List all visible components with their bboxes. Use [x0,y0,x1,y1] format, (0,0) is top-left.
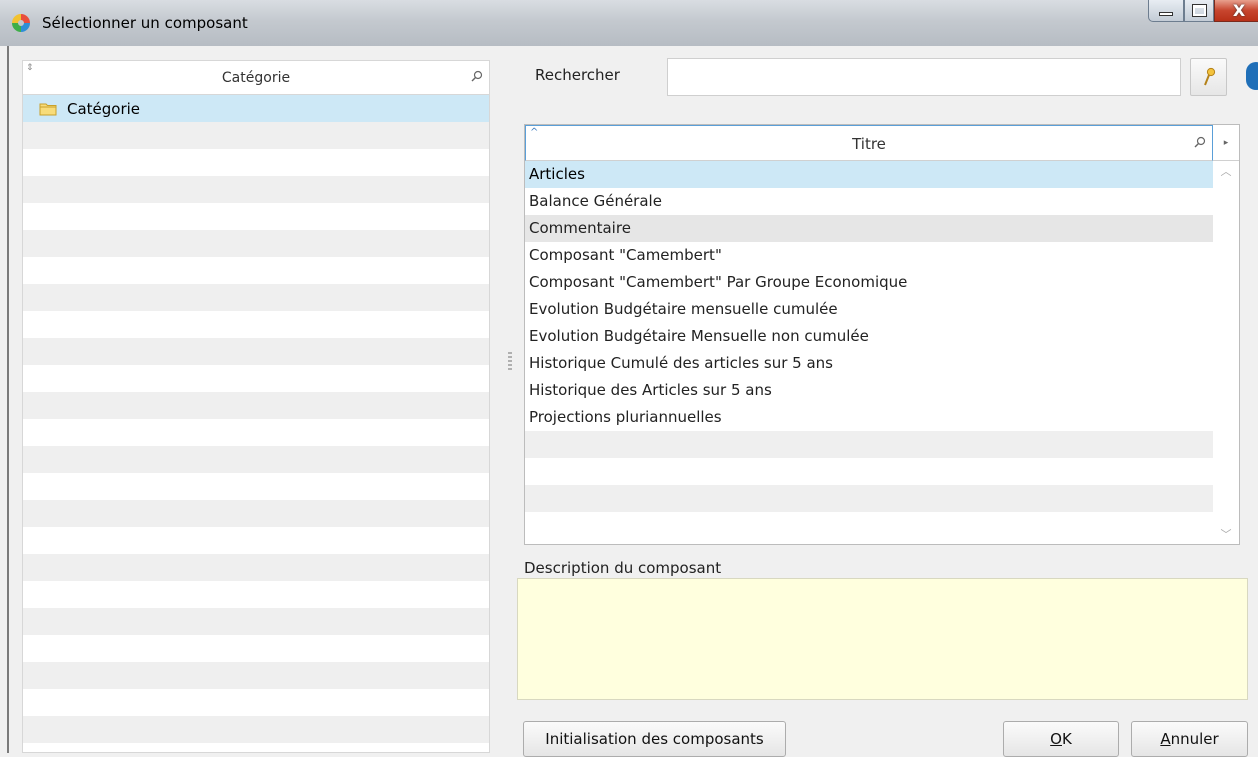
category-tree[interactable]: ⇕ Catégorie Catégorie [22,60,490,753]
table-row[interactable]: Evolution Budgétaire Mensuelle non cumul… [525,323,1213,350]
empty-row [525,512,1213,539]
grid-scrollbar[interactable]: ︿ ﹀ [1213,161,1239,544]
column-filter-search-icon[interactable] [1194,136,1206,148]
close-button[interactable]: X [1214,0,1258,22]
table-row[interactable]: Composant "Camembert" [525,242,1213,269]
list-item [23,716,489,743]
key-search-icon [1203,67,1215,86]
empty-row [525,458,1213,485]
list-item [23,500,489,527]
app-logo-icon [12,14,30,32]
grid-body: Articles Balance Générale Commentaire Co… [525,161,1213,539]
list-item [23,365,489,392]
description-field[interactable] [517,578,1248,700]
tree-item-label: Catégorie [67,99,141,118]
title-bar: Sélectionner un composant X [0,0,1258,46]
minimize-button[interactable] [1148,0,1184,22]
tree-item-categorie[interactable]: Catégorie [23,95,489,122]
list-item [23,473,489,500]
maximize-icon [1191,4,1207,17]
list-item [23,527,489,554]
list-item [23,122,489,149]
list-item [23,230,489,257]
close-icon: X [1232,1,1246,20]
list-item [23,554,489,581]
table-row[interactable]: Articles [525,161,1213,188]
search-label: Rechercher [535,66,620,84]
column-chooser-button[interactable]: ▸ [1213,125,1239,161]
list-item [23,149,489,176]
list-item [23,608,489,635]
dialog-window: Sélectionner un composant X ⇕ Catégorie … [0,0,1258,757]
cancel-label: nnuler [1170,730,1219,748]
titre-header-label: Titre [852,135,886,153]
list-item [23,338,489,365]
category-header-label: Catégorie [221,70,291,86]
table-row[interactable]: Projections pluriannuelles [525,404,1213,431]
list-item [23,176,489,203]
table-row[interactable]: Commentaire [525,215,1213,242]
maximize-button[interactable] [1184,0,1214,22]
window-controls: X [1148,0,1258,22]
ok-label: K [1061,730,1072,748]
chevron-right-icon: ▸ [1223,137,1229,148]
table-row[interactable]: Historique des Articles sur 5 ans [525,377,1213,404]
window-frame-edge [7,46,9,753]
window-title: Sélectionner un composant [42,14,248,32]
list-item [23,419,489,446]
list-item [23,392,489,419]
list-item [23,635,489,662]
list-item [23,689,489,716]
list-item [23,446,489,473]
list-item [23,284,489,311]
list-item [23,311,489,338]
scroll-up-icon[interactable]: ︿ [1213,163,1239,179]
column-filter-search-icon[interactable] [471,70,483,82]
scroll-down-icon[interactable]: ﹀ [1213,526,1239,542]
cancel-button[interactable]: Annuler [1131,721,1248,757]
panel-splitter-handle[interactable] [508,352,512,372]
list-item [23,203,489,230]
table-row[interactable]: Historique Cumulé des articles sur 5 ans [525,350,1213,377]
description-label: Description du composant [524,559,722,577]
category-column-header[interactable]: ⇕ Catégorie [23,61,489,95]
table-row[interactable]: Composant "Camembert" Par Groupe Economi… [525,269,1213,296]
search-button[interactable] [1190,58,1227,96]
initialize-components-button[interactable]: Initialisation des composants [523,721,786,757]
list-item [23,581,489,608]
search-input[interactable] [667,58,1181,96]
category-rows: Catégorie [23,95,489,752]
list-item [23,662,489,689]
titre-column-header[interactable]: ^ Titre [525,125,1213,161]
empty-row [525,485,1213,512]
component-grid[interactable]: ^ Titre ▸ Articles Balance Générale Comm… [524,124,1240,545]
help-icon[interactable] [1246,62,1258,90]
list-item [23,257,489,284]
empty-row [525,431,1213,458]
minimize-icon [1159,11,1173,16]
table-row[interactable]: Evolution Budgétaire mensuelle cumulée [525,296,1213,323]
folder-icon [39,103,57,115]
table-row[interactable]: Balance Générale [525,188,1213,215]
ok-mnemonic: O [1050,730,1062,748]
ok-button[interactable]: OK [1003,721,1119,757]
list-item [23,743,489,752]
cancel-mnemonic: A [1160,730,1171,748]
